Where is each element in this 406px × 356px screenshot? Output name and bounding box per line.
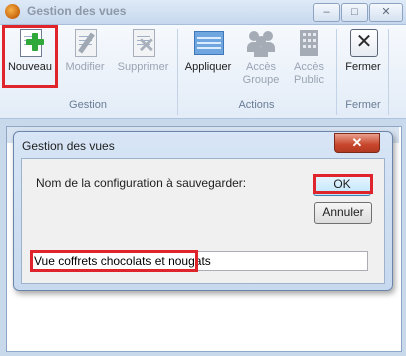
ribbon-group-fermer: ✕ Fermer Fermer xyxy=(338,25,388,118)
group-access-button[interactable]: Accès Groupe xyxy=(237,27,285,87)
group-access-icon xyxy=(246,27,276,57)
ribbon: Nouveau Modifier ✕ Supprimer Gestion App… xyxy=(0,25,406,119)
modify-button-label: Modifier xyxy=(65,61,105,73)
group-separator xyxy=(177,29,178,115)
public-access-button-label: Accès Public xyxy=(294,61,324,86)
window-close-button[interactable]: ✕ xyxy=(369,3,403,22)
app-icon xyxy=(5,4,20,19)
delete-button-label: Supprimer xyxy=(117,61,169,73)
window-titlebar: Gestion des vues – □ ✕ xyxy=(0,0,406,25)
ribbon-group-actions: Appliquer Accès Groupe Accès Public Acti… xyxy=(179,25,334,118)
dialog-prompt: Nom de la configuration à sauvegarder: xyxy=(36,176,247,190)
ok-button-highlight xyxy=(313,174,373,194)
close-view-button-label: Fermer xyxy=(345,61,381,73)
apply-view-icon xyxy=(193,27,224,57)
apply-button-label: Appliquer xyxy=(184,61,232,73)
cancel-button[interactable]: Annuler xyxy=(314,202,372,224)
maximize-button[interactable]: □ xyxy=(341,3,368,22)
public-access-icon xyxy=(294,27,324,57)
group-label-gestion: Gestion xyxy=(69,99,107,111)
delete-button[interactable]: ✕ Supprimer xyxy=(114,27,172,74)
apply-button[interactable]: Appliquer xyxy=(183,27,233,74)
group-access-button-label: Accès Groupe xyxy=(242,61,280,86)
minimize-button[interactable]: – xyxy=(313,3,340,22)
window-title: Gestion des vues xyxy=(27,4,127,18)
group-label-fermer: Fermer xyxy=(345,99,381,111)
modify-button[interactable]: Modifier xyxy=(60,27,110,74)
group-separator xyxy=(388,29,389,115)
ribbon-group-gestion: Nouveau Modifier ✕ Supprimer Gestion xyxy=(0,25,176,118)
group-label-actions: Actions xyxy=(238,99,275,111)
new-button-highlight xyxy=(2,25,58,88)
close-icon: ✕ xyxy=(348,27,378,57)
name-input-highlight xyxy=(30,250,198,272)
group-separator xyxy=(336,29,337,115)
edit-document-icon xyxy=(70,27,100,57)
delete-document-icon: ✕ xyxy=(128,27,158,57)
dialog-close-button[interactable]: ✕ xyxy=(334,133,380,153)
public-access-button[interactable]: Accès Public xyxy=(287,27,331,87)
dialog-title: Gestion des vues xyxy=(22,139,115,153)
close-view-button[interactable]: ✕ Fermer xyxy=(340,27,386,74)
